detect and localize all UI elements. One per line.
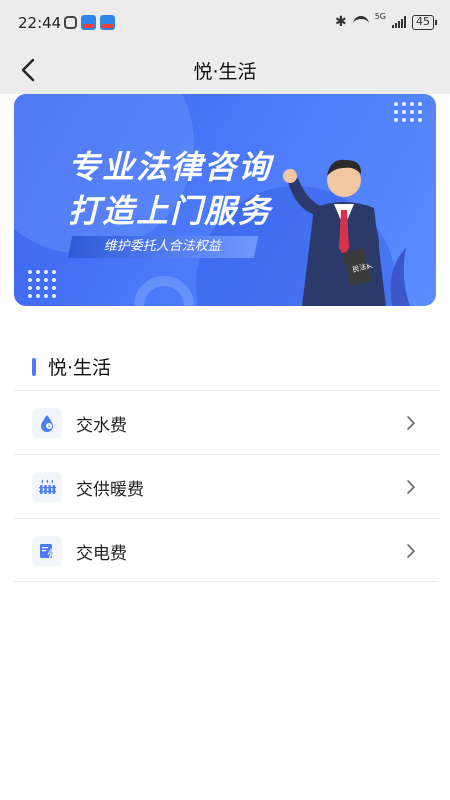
chevron-right-icon [407, 480, 415, 494]
service-item-water[interactable]: ¥ 交水费 [14, 390, 438, 454]
banner-tagline: 维护委托人合法权益 [67, 236, 259, 258]
app-notification-icon [100, 15, 115, 30]
electricity-bill-icon [32, 536, 62, 566]
status-time: 22:44 [18, 14, 62, 32]
banner-decoration [134, 276, 194, 306]
lawyer-illustration: 民法典 [283, 159, 410, 306]
settings-hex-icon [64, 16, 77, 29]
chevron-right-icon [407, 416, 415, 430]
status-bar: 22:44 ✱ 5G 45 [0, 0, 450, 46]
wifi-icon [352, 16, 369, 28]
service-label: 交电费 [76, 544, 127, 564]
dot-pattern [28, 270, 56, 298]
battery-level: 45 [416, 14, 430, 28]
system-status: ✱ 5G 45 [334, 12, 437, 30]
nav-bar: 悦·生活 [0, 46, 450, 94]
service-list: ¥ 交水费 交供暖费 交电费 [14, 390, 438, 582]
notification-icons [64, 15, 115, 30]
bluetooth-icon: ✱ [334, 14, 347, 30]
water-drop-icon: ¥ [32, 408, 62, 438]
promo-banner[interactable]: 专业法律咨询 打造上门服务 维护委托人合法权益 民法典 [14, 94, 436, 306]
section-title: 悦·生活 [48, 357, 112, 379]
dot-pattern [394, 102, 422, 122]
banner-headline: 打造上门服务 [68, 192, 273, 230]
section-accent-bar [32, 357, 36, 376]
app-notification-icon [81, 15, 96, 30]
svg-text:¥: ¥ [48, 424, 51, 430]
network-type: 5G [374, 12, 386, 21]
service-item-heating[interactable]: 交供暖费 [14, 454, 438, 518]
service-label: 交水费 [76, 416, 127, 436]
page-title: 悦·生活 [193, 61, 257, 83]
service-label: 交供暖费 [76, 480, 144, 500]
service-item-electricity[interactable]: 交电费 [14, 518, 438, 582]
heating-radiator-icon [32, 472, 62, 502]
chevron-right-icon [407, 544, 415, 558]
section-header: 悦·生活 [32, 353, 111, 380]
battery-icon: 45 [412, 14, 437, 30]
banner-headline: 专业法律咨询 [68, 148, 273, 186]
signal-icon [392, 16, 406, 28]
